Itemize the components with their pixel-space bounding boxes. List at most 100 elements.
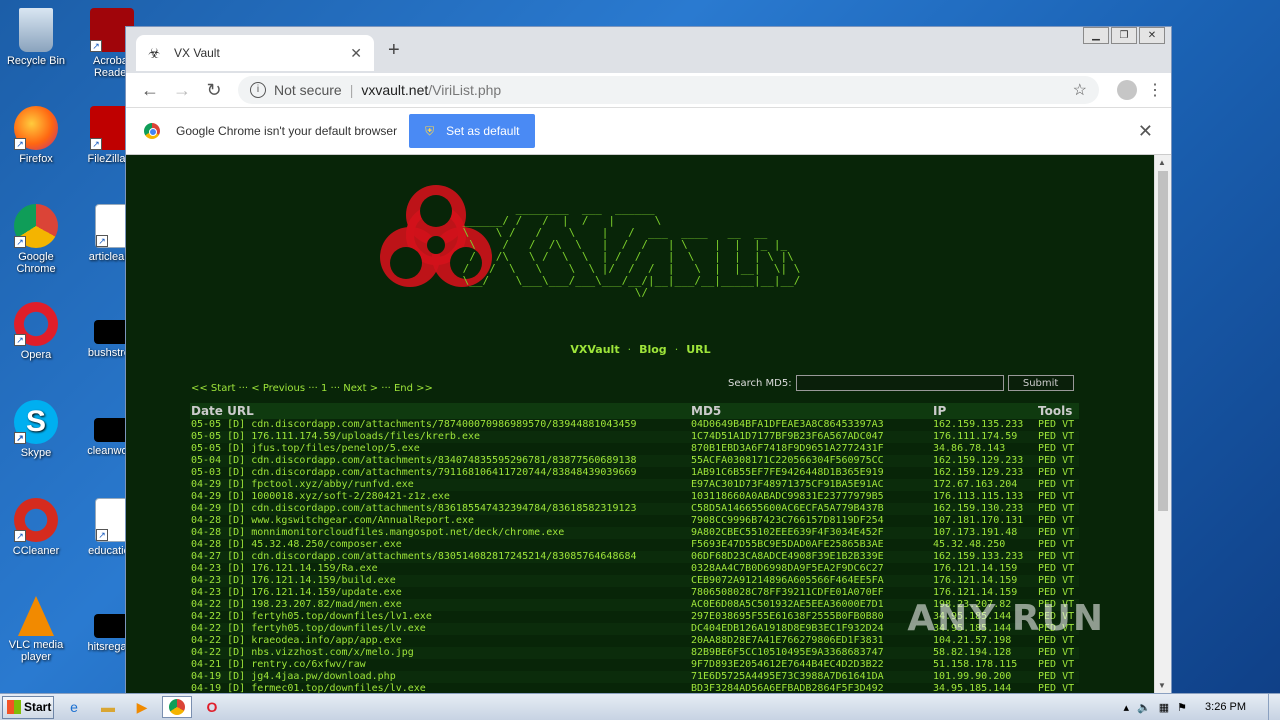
row-date-url[interactable]: 05-04 [D] cdn.discordapp.com/attachments…	[190, 455, 690, 467]
desktop-icon-opera[interactable]: ↗ Opera	[0, 302, 72, 361]
row-date-url[interactable]: 04-29 [D] cdn.discordapp.com/attachments…	[190, 503, 690, 515]
address-bar[interactable]: i Not secure | vxvault.net /ViriList.php…	[238, 76, 1099, 104]
row-date-url[interactable]: 04-28 [D] 45.32.48.250/composer.exe	[190, 539, 690, 551]
row-tools[interactable]: PED VT	[1037, 575, 1079, 587]
scroll-thumb[interactable]	[1158, 171, 1168, 511]
row-tools[interactable]: PED VT	[1037, 455, 1079, 467]
page-scrollbar[interactable]: ▲ ▼	[1154, 155, 1171, 693]
row-date-url[interactable]: 05-05 [D] jfus.top/files/penelop/5.exe	[190, 443, 690, 455]
row-date-url[interactable]: 04-22 [D] 198.23.207.82/mad/men.exe	[190, 599, 690, 611]
row-date-url[interactable]: 04-23 [D] 176.121.14.159/build.exe	[190, 575, 690, 587]
row-url-link[interactable]: [D] monnimonitorcloudfiles.mangospot.net…	[227, 527, 564, 538]
row-date-url[interactable]: 04-22 [D] kraeodea.info/app/app.exe	[190, 635, 690, 647]
row-url-link[interactable]: [D] cdn.discordapp.com/attachments/79116…	[227, 467, 636, 478]
row-date-url[interactable]: 04-19 [D] jg4.4jaa.pw/download.php	[190, 671, 690, 683]
row-date-url[interactable]: 04-27 [D] cdn.discordapp.com/attachments…	[190, 551, 690, 563]
row-url-link[interactable]: [D] 1000018.xyz/soft-2/280421-z1z.exe	[227, 491, 450, 502]
row-tools[interactable]: PED VT	[1037, 503, 1079, 515]
row-date-url[interactable]: 05-05 [D] 176.111.174.59/uploads/files/k…	[190, 431, 690, 443]
nav-blog-link[interactable]: Blog	[639, 343, 667, 356]
row-tools[interactable]: PED VT	[1037, 563, 1079, 575]
desktop-icon-chrome[interactable]: ↗ Google Chrome	[0, 204, 72, 275]
tray-flag-icon[interactable]: ⚑	[1177, 701, 1187, 714]
row-tools[interactable]: PED VT	[1037, 419, 1079, 431]
scroll-up-icon[interactable]: ▲	[1158, 158, 1166, 167]
show-desktop-button[interactable]	[1268, 693, 1280, 720]
row-tools[interactable]: PED VT	[1037, 539, 1079, 551]
row-url-link[interactable]: [D] 176.121.14.159/update.exe	[227, 587, 402, 598]
row-url-link[interactable]: [D] www.kgswitchgear.com/AnnualReport.ex…	[227, 515, 474, 526]
pagination[interactable]: << Start ··· < Previous ··· 1 ··· Next >…	[191, 383, 433, 394]
row-tools[interactable]: PED VT	[1037, 431, 1079, 443]
new-tab-button[interactable]: +	[388, 39, 400, 62]
nav-url-link[interactable]: URL	[686, 343, 710, 356]
row-date-url[interactable]: 04-28 [D] monnimonitorcloudfiles.mangosp…	[190, 527, 690, 539]
row-date-url[interactable]: 04-29 [D] 1000018.xyz/soft-2/280421-z1z.…	[190, 491, 690, 503]
taskbar-media-player-icon[interactable]: ▶	[128, 696, 156, 718]
row-date-url[interactable]: 04-22 [D] fertyh05.top/downfiles/lv1.exe	[190, 611, 690, 623]
infobar-close-icon[interactable]: ✕	[1138, 121, 1153, 142]
row-tools[interactable]: PED VT	[1037, 671, 1079, 683]
row-url-link[interactable]: [D] rentry.co/6xfwv/raw	[227, 659, 365, 670]
row-date-url[interactable]: 04-23 [D] 176.121.14.159/update.exe	[190, 587, 690, 599]
tray-network-icon[interactable]: ▦	[1159, 701, 1169, 714]
row-url-link[interactable]: [D] 176.121.14.159/Ra.exe	[227, 563, 378, 574]
taskbar-explorer-icon[interactable]: ▬	[94, 696, 122, 718]
search-md5-input[interactable]	[795, 375, 1004, 391]
row-date-url[interactable]: 04-21 [D] rentry.co/6xfwv/raw	[190, 659, 690, 671]
row-date-url[interactable]: 04-23 [D] 176.121.14.159/Ra.exe	[190, 563, 690, 575]
row-url-link[interactable]: [D] fermec01.top/downfiles/lv.exe	[227, 683, 426, 693]
row-url-link[interactable]: [D] cdn.discordapp.com/attachments/83051…	[227, 551, 636, 562]
row-tools[interactable]: PED VT	[1037, 467, 1079, 479]
restore-button[interactable]: ❐	[1111, 27, 1137, 44]
row-url-link[interactable]: [D] fpctool.xyz/abby/runfvd.exe	[227, 479, 414, 490]
row-url-link[interactable]: [D] 176.111.174.59/uploads/files/krerb.e…	[227, 431, 480, 442]
row-url-link[interactable]: [D] 45.32.48.250/composer.exe	[227, 539, 402, 550]
row-url-link[interactable]: [D] cdn.discordapp.com/attachments/78740…	[227, 419, 636, 430]
tab-vx-vault[interactable]: ☣ VX Vault ✕	[136, 35, 374, 71]
submit-button[interactable]: Submit	[1007, 375, 1074, 391]
tray-clock[interactable]: 3:26 PM	[1205, 701, 1246, 713]
row-date-url[interactable]: 04-19 [D] fermec01.top/downfiles/lv.exe	[190, 683, 690, 693]
menu-kebab-icon[interactable]: ⋮	[1147, 80, 1163, 100]
row-url-link[interactable]: [D] kraeodea.info/app/app.exe	[227, 635, 402, 646]
nav-vxvault-link[interactable]: VXVault	[570, 343, 619, 356]
row-date-url[interactable]: 05-03 [D] cdn.discordapp.com/attachments…	[190, 467, 690, 479]
row-tools[interactable]: PED VT	[1037, 647, 1079, 659]
row-url-link[interactable]: [D] cdn.discordapp.com/attachments/83407…	[227, 455, 636, 466]
row-tools[interactable]: PED VT	[1037, 515, 1079, 527]
row-tools[interactable]: PED VT	[1037, 551, 1079, 563]
row-url-link[interactable]: [D] 198.23.207.82/mad/men.exe	[227, 599, 402, 610]
close-window-button[interactable]: ✕	[1139, 27, 1165, 44]
tray-volume-icon[interactable]: 🔈	[1137, 701, 1151, 714]
bookmark-star-icon[interactable]: ☆	[1073, 80, 1087, 100]
set-as-default-button[interactable]: ⛨ Set as default	[409, 114, 536, 148]
taskbar-chrome-icon[interactable]	[162, 696, 192, 718]
row-date-url[interactable]: 04-22 [D] nbs.vizzhost.com/x/melo.jpg	[190, 647, 690, 659]
scroll-down-icon[interactable]: ▼	[1158, 681, 1166, 690]
reload-button[interactable]: ↻	[198, 80, 230, 101]
row-url-link[interactable]: [D] jg4.4jaa.pw/download.php	[227, 671, 396, 682]
desktop-icon-recycle-bin[interactable]: Recycle Bin	[0, 8, 72, 67]
start-button[interactable]: Start	[2, 695, 54, 719]
row-date-url[interactable]: 04-28 [D] www.kgswitchgear.com/AnnualRep…	[190, 515, 690, 527]
taskbar-opera-icon[interactable]: O	[198, 696, 226, 718]
tab-close-icon[interactable]: ✕	[350, 45, 362, 62]
back-button[interactable]: ←	[134, 80, 166, 101]
row-tools[interactable]: PED VT	[1037, 479, 1079, 491]
desktop-icon-skype[interactable]: S ↗ Skype	[0, 400, 72, 459]
desktop-icon-firefox[interactable]: ↗ Firefox	[0, 106, 72, 165]
forward-button[interactable]: →	[166, 80, 198, 101]
row-tools[interactable]: PED VT	[1037, 443, 1079, 455]
row-url-link[interactable]: [D] fertyh05.top/downfiles/lv1.exe	[227, 611, 432, 622]
tray-expand-icon[interactable]: ▴	[1124, 701, 1130, 714]
desktop-icon-ccleaner[interactable]: ↗ CCleaner	[0, 498, 72, 557]
row-date-url[interactable]: 04-29 [D] fpctool.xyz/abby/runfvd.exe	[190, 479, 690, 491]
row-tools[interactable]: PED VT	[1037, 491, 1079, 503]
row-date-url[interactable]: 04-22 [D] fertyh05.top/downfiles/lv.exe	[190, 623, 690, 635]
row-tools[interactable]: PED VT	[1037, 659, 1079, 671]
row-url-link[interactable]: [D] jfus.top/files/penelop/5.exe	[227, 443, 420, 454]
row-tools[interactable]: PED VT	[1037, 683, 1079, 693]
row-url-link[interactable]: [D] 176.121.14.159/build.exe	[227, 575, 396, 586]
taskbar-ie-icon[interactable]: e	[60, 696, 88, 718]
